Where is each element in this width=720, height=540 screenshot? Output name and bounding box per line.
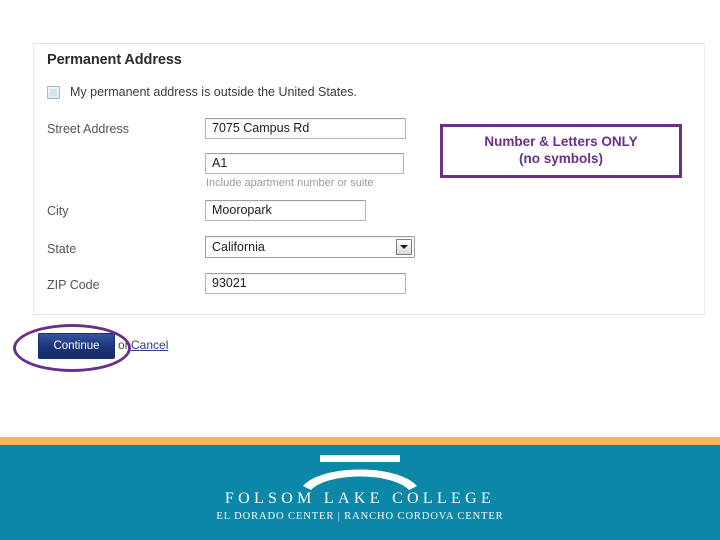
slide-canvas: Permanent Address My permanent address i… bbox=[0, 0, 720, 540]
city-label: City bbox=[47, 204, 69, 218]
state-select[interactable]: California bbox=[205, 236, 415, 258]
footer-gold-stripe bbox=[0, 437, 720, 445]
zip-code-input[interactable]: 93021 bbox=[205, 273, 406, 294]
street-address-input[interactable]: 7075 Campus Rd bbox=[205, 118, 406, 139]
annotation-callout-line-1: Number & Letters ONLY bbox=[484, 134, 638, 150]
outside-us-row[interactable]: My permanent address is outside the Unit… bbox=[47, 85, 357, 99]
state-select-value: California bbox=[212, 240, 265, 254]
permanent-address-panel: Permanent Address My permanent address i… bbox=[33, 43, 705, 315]
annotation-callout-box: Number & Letters ONLY (no symbols) bbox=[440, 124, 682, 178]
outside-us-checkbox[interactable] bbox=[47, 85, 60, 99]
street-address-2-helper-text: Include apartment number or suite bbox=[206, 177, 374, 189]
chevron-down-icon[interactable] bbox=[396, 239, 412, 255]
state-label: State bbox=[47, 242, 77, 256]
city-input[interactable]: Mooropark bbox=[205, 200, 366, 221]
footer-band: FOLSOM LAKE COLLEGE EL DORADO CENTER | R… bbox=[0, 445, 720, 540]
zip-code-label: ZIP Code bbox=[47, 278, 100, 292]
or-label: or bbox=[118, 338, 129, 352]
page-title: Permanent Address bbox=[47, 52, 182, 68]
annotation-callout-line-2: (no symbols) bbox=[518, 151, 603, 166]
footer-centers: EL DORADO CENTER | RANCHO CORDOVA CENTER bbox=[216, 511, 504, 522]
street-address-2-input[interactable]: A1 bbox=[205, 153, 404, 174]
outside-us-label: My permanent address is outside the Unit… bbox=[70, 85, 357, 99]
footer-college-name: FOLSOM LAKE COLLEGE bbox=[224, 490, 496, 507]
cancel-link[interactable]: Cancel bbox=[131, 338, 168, 352]
continue-button[interactable]: Continue bbox=[38, 333, 115, 359]
street-address-label: Street Address bbox=[47, 122, 129, 136]
